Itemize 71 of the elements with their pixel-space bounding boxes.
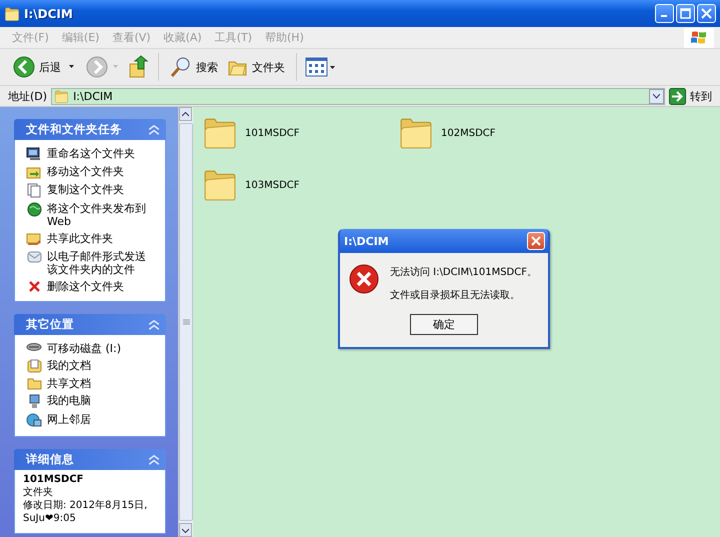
back-button[interactable]: 后退 bbox=[10, 54, 64, 80]
panel-header[interactable]: 文件和文件夹任务 bbox=[14, 119, 166, 140]
folder-icon bbox=[54, 90, 70, 102]
task-link[interactable]: 网上邻居 bbox=[47, 413, 151, 426]
envelope-icon bbox=[26, 250, 42, 264]
collapse-chevron-icon bbox=[148, 454, 160, 466]
search-icon bbox=[170, 56, 192, 78]
folder-icon bbox=[203, 117, 237, 149]
drive-icon bbox=[26, 342, 42, 352]
task-link[interactable]: 我的电脑 bbox=[47, 394, 151, 407]
monitor-icon bbox=[26, 147, 42, 161]
folder-name[interactable]: 101MSDCF bbox=[245, 128, 300, 138]
task-link[interactable]: 将这个文件夹发布到 Web bbox=[47, 202, 151, 228]
globe-icon bbox=[26, 202, 42, 217]
modified-date: 修改日期: 2012年8月15日, bbox=[23, 500, 148, 512]
grip-icon bbox=[182, 319, 190, 325]
task-link[interactable]: 重命名这个文件夹 bbox=[47, 147, 151, 160]
document-folder-icon bbox=[26, 359, 42, 373]
computer-icon bbox=[28, 394, 40, 409]
folder-icon bbox=[26, 377, 42, 390]
folder-icon bbox=[399, 117, 433, 149]
close-button[interactable] bbox=[697, 4, 716, 23]
task-link[interactable]: 移动这个文件夹 bbox=[47, 165, 151, 178]
address-field[interactable]: I:\DCIM bbox=[51, 88, 665, 104]
collapse-chevron-icon bbox=[148, 318, 160, 330]
minimize-button[interactable] bbox=[655, 4, 674, 23]
window-title: I:\DCIM bbox=[24, 6, 74, 20]
chevron-down-icon bbox=[182, 528, 189, 532]
forward-button[interactable] bbox=[86, 56, 108, 78]
panel-header[interactable]: 其它位置 bbox=[14, 314, 166, 335]
close-button[interactable] bbox=[527, 232, 545, 250]
panel-header[interactable]: 详细信息 bbox=[14, 449, 166, 470]
flag-logo-icon bbox=[684, 28, 714, 48]
close-icon bbox=[701, 8, 712, 19]
chevron-up-icon bbox=[182, 112, 189, 116]
scrollbar[interactable] bbox=[178, 107, 193, 537]
folder-icon bbox=[203, 169, 237, 201]
maximize-icon bbox=[680, 8, 691, 19]
dropdown-button[interactable] bbox=[649, 88, 664, 104]
maximize-button[interactable] bbox=[676, 4, 695, 23]
go-button[interactable]: 转到 bbox=[669, 88, 712, 104]
up-folder-button[interactable] bbox=[128, 55, 150, 79]
ok-button[interactable]: 确定 bbox=[410, 314, 478, 335]
task-link[interactable]: 以电子邮件形式发送该文件夹内的文件 bbox=[47, 250, 151, 276]
delete-icon bbox=[28, 280, 40, 293]
task-link[interactable]: 复制这个文件夹 bbox=[47, 183, 151, 196]
task-link[interactable]: 共享此文件夹 bbox=[47, 232, 151, 245]
search-button[interactable]: 搜索 bbox=[167, 54, 221, 80]
folders-button[interactable]: 文件夹 bbox=[225, 55, 288, 79]
collapse-chevron-icon bbox=[148, 124, 160, 136]
task-link[interactable]: 删除这个文件夹 bbox=[47, 280, 151, 293]
go-arrow-icon bbox=[669, 88, 686, 104]
task-link[interactable]: 我的文档 bbox=[47, 359, 151, 372]
modified-time: SuJu❤9:05 bbox=[23, 513, 77, 525]
item-name: 101MSDCF bbox=[23, 474, 84, 486]
error-message: 无法访问 I:\DCIM\101MSDCF。 bbox=[390, 266, 537, 279]
folder-icon bbox=[4, 6, 20, 20]
views-button[interactable] bbox=[305, 56, 337, 78]
dialog-title: I:\DCIM bbox=[344, 234, 389, 248]
item-type: 文件夹 bbox=[23, 487, 53, 499]
pages-icon bbox=[27, 183, 41, 198]
address-label: 地址(D) bbox=[7, 88, 48, 104]
caret-icon[interactable] bbox=[68, 64, 76, 70]
chevron-down-icon bbox=[653, 94, 660, 98]
close-icon bbox=[531, 236, 541, 246]
error-message: 文件或目录损坏且无法读取。 bbox=[390, 288, 521, 302]
task-link[interactable]: 可移动磁盘 (I:) bbox=[47, 342, 151, 355]
error-icon bbox=[348, 263, 380, 295]
folder-name[interactable]: 103MSDCF bbox=[245, 180, 300, 190]
task-link[interactable]: 共享文档 bbox=[47, 377, 151, 390]
folder-name[interactable]: 102MSDCF bbox=[441, 128, 496, 138]
